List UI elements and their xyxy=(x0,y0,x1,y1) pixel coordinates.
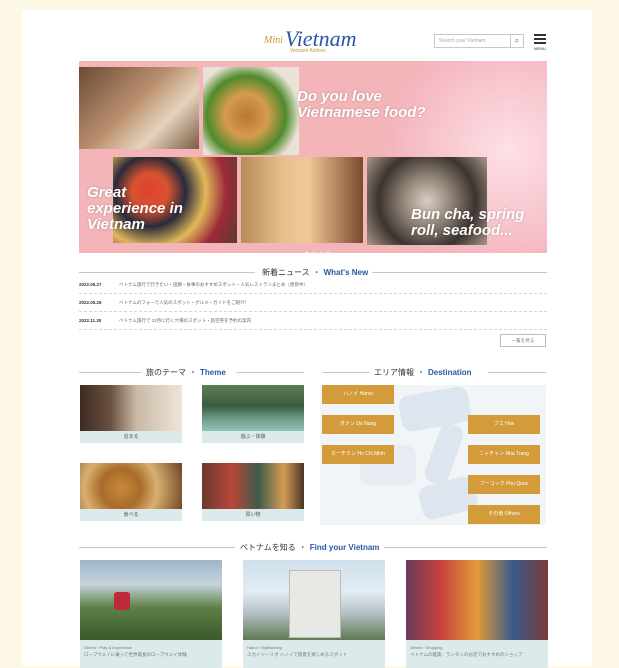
destination-button-nhatrang[interactable]: ニャチャン Nha Trang xyxy=(468,445,540,464)
destination-title-jp: エリア情報 xyxy=(374,368,414,377)
find-title-sep: ・ xyxy=(298,543,307,552)
theme-card-play[interactable]: 遊ぶ・体験 xyxy=(202,385,304,443)
find-text: スカイツーリボ ハノイで夜景を楽しめるスポット xyxy=(247,652,348,657)
carousel-dot[interactable] xyxy=(305,252,309,253)
news-date: 2022.05.26 xyxy=(79,300,102,305)
map-land-north xyxy=(397,385,473,433)
news-item[interactable]: 2022.05.26 ベトナムのフォーで人気のスポット・グルメ・ガイドをご紹介！ xyxy=(79,295,547,312)
hero-banner[interactable]: Do you love Vietnamese food? Great exper… xyxy=(79,61,547,253)
find-tag: Others › Shopping xyxy=(410,645,443,650)
find-image-shopping xyxy=(406,560,548,640)
theme-image-shop xyxy=(202,463,304,509)
carousel-dot[interactable] xyxy=(326,252,330,253)
find-heading: ベトナムを知る・ Find your Vietnam xyxy=(240,542,379,553)
building-shape xyxy=(289,570,341,638)
find-text: ロープウェイに乗って世界最長のロープウェイ体験 xyxy=(84,652,187,657)
find-image-cablecar xyxy=(80,560,222,640)
hero-caption-experience: Great experience in Vietnam xyxy=(87,184,183,233)
destination-button-hochiminh[interactable]: ホーチミン Ho Chi Minh xyxy=(322,445,394,464)
hero-caption-food: Do you love Vietnamese food? xyxy=(297,88,426,121)
theme-label: 買い物 xyxy=(202,509,304,521)
news-rule-left xyxy=(79,272,255,273)
page: MiniVietnam Vietnam Airlines Search your… xyxy=(22,10,592,668)
cablecar-cabin-icon xyxy=(114,592,130,610)
destination-button-danang[interactable]: ダナン Da Nang xyxy=(322,415,394,434)
find-caption: Hanoi › Sightseeing スカイツーリボ ハノイで夜景を楽しめるス… xyxy=(243,640,385,668)
destination-title-en: Destination xyxy=(428,368,472,377)
search-input[interactable]: Search your Vietnam xyxy=(434,34,522,48)
theme-label: 泊まる xyxy=(80,431,182,443)
find-card-cablecar[interactable]: Others › Play & Experience ロープウェイに乗って世界最… xyxy=(80,560,222,668)
hamburger-icon-bar xyxy=(534,42,546,44)
find-caption: Others › Shopping ベトナムの雑貨、ランタンのお店でおすすめのシ… xyxy=(406,640,548,668)
carousel-dot[interactable] xyxy=(312,252,316,253)
theme-image-play xyxy=(202,385,304,431)
theme-card-shop[interactable]: 買い物 xyxy=(202,463,304,521)
theme-label: 食べる xyxy=(80,509,182,521)
find-rule-left xyxy=(79,547,235,548)
destination-title-sep: ・ xyxy=(417,368,425,377)
news-date: 2022.05.27 xyxy=(79,282,102,287)
find-card-skyscraper[interactable]: Hanoi › Sightseeing スカイツーリボ ハノイで夜景を楽しめるス… xyxy=(243,560,385,668)
news-rule-right xyxy=(372,272,547,273)
menu-button[interactable]: MENU xyxy=(532,32,548,52)
destination-button-phuquoc[interactable]: フーコック Phu Quoc xyxy=(468,475,540,494)
news-text: ベトナム旅行で 12月に行く穴場のスポット・航空券を予約の案内 xyxy=(119,318,252,323)
news-text: ベトナム旅行で行きたい・話題・食事のおすすめスポット・人気レストランまとめ（更新… xyxy=(119,282,308,287)
find-caption: Others › Play & Experience ロープウェイに乗って世界最… xyxy=(80,640,222,668)
theme-card-eat[interactable]: 食べる xyxy=(80,463,182,521)
hero-carousel-dots[interactable] xyxy=(305,243,333,253)
theme-image-stay xyxy=(80,385,182,431)
logo-airline-sub: Vietnam Airlines xyxy=(290,48,326,54)
destination-button-hanoi[interactable]: ハノイ Hanoi xyxy=(322,385,394,404)
theme-label: 遊ぶ・体験 xyxy=(202,431,304,443)
find-tag: Others › Play & Experience xyxy=(84,645,133,650)
theme-title-sep: ・ xyxy=(189,368,197,377)
hero-photo-drink xyxy=(241,157,363,243)
hero-caption-buncha: Bun cha, spring roll, seafood... xyxy=(411,206,525,239)
news-title-en: What's New xyxy=(323,268,369,277)
theme-heading: 旅のテーマ・ Theme xyxy=(146,367,226,378)
destination-button-hue[interactable]: フエ Hue xyxy=(468,415,540,434)
news-title-jp: 新着ニュース xyxy=(262,268,310,277)
destination-heading: エリア情報・ Destination xyxy=(374,367,472,378)
theme-title-jp: 旅のテーマ xyxy=(146,368,186,377)
hero-photo-pho xyxy=(203,67,299,155)
search-icon[interactable]: ⌕ xyxy=(510,34,524,48)
news-list-button[interactable]: 一覧を見る xyxy=(500,334,546,347)
hamburger-icon-bar xyxy=(534,38,546,40)
theme-title-en: Theme xyxy=(200,368,226,377)
find-tag: Hanoi › Sightseeing xyxy=(247,645,282,650)
destination-rule-right xyxy=(488,372,546,373)
destination-button-others[interactable]: その他 Others xyxy=(468,505,540,524)
news-text: ベトナムのフォーで人気のスポット・グルメ・ガイドをご紹介！ xyxy=(119,300,250,305)
find-text: ベトナムの雑貨、ランタンのお店でおすすめのショップ xyxy=(410,652,523,657)
find-title-jp: ベトナムを知る xyxy=(240,543,296,552)
menu-label: MENU xyxy=(534,46,546,51)
destination-rule-left xyxy=(322,372,370,373)
site-header: MiniVietnam Vietnam Airlines Search your… xyxy=(22,10,592,55)
find-card-shopping[interactable]: Others › Shopping ベトナムの雑貨、ランタンのお店でおすすめのシ… xyxy=(406,560,548,668)
news-title-sep: ・ xyxy=(312,268,321,277)
find-title-en: Find your Vietnam xyxy=(309,543,380,552)
hero-photo-restaurant xyxy=(79,67,199,149)
news-item[interactable]: 2022.11.30 ベトナム旅行で 12月に行く穴場のスポット・航空券を予約の案… xyxy=(79,313,547,330)
logo-prefix: Mini xyxy=(264,35,283,47)
news-date: 2022.11.30 xyxy=(79,318,102,323)
theme-rule-left xyxy=(79,372,141,373)
carousel-dot[interactable] xyxy=(319,252,323,253)
find-rule-right xyxy=(384,547,547,548)
news-item[interactable]: 2022.05.27 ベトナム旅行で行きたい・話題・食事のおすすめスポット・人気レ… xyxy=(79,277,547,294)
theme-image-eat xyxy=(80,463,182,509)
theme-rule-right xyxy=(236,372,304,373)
theme-card-stay[interactable]: 泊まる xyxy=(80,385,182,443)
find-image-skyscraper xyxy=(243,560,385,640)
hamburger-icon xyxy=(534,34,546,36)
